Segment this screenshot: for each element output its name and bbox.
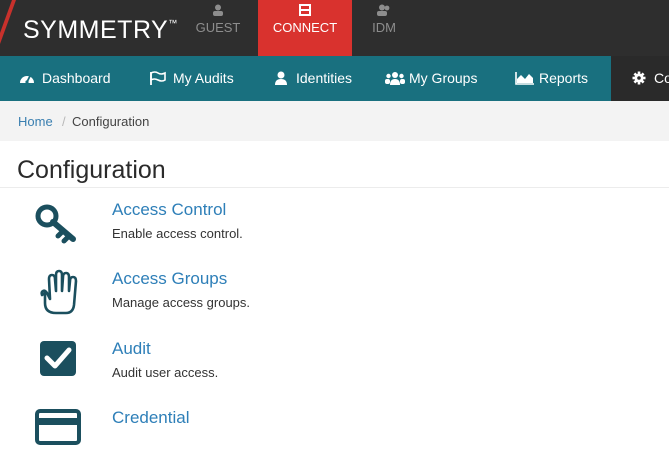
top-bar: SYMMETRY™ GUEST CONNECT IDM — [0, 0, 669, 62]
config-item-access-control[interactable]: Access Control Enable access control. — [0, 200, 669, 260]
config-item-description: Audit user access. — [112, 365, 219, 380]
hand-icon — [34, 269, 86, 319]
group-icon — [385, 56, 405, 101]
person-icon — [190, 4, 246, 18]
config-item-title[interactable]: Access Groups — [112, 269, 227, 289]
config-item-audit[interactable]: Audit Audit user access. — [0, 339, 669, 399]
app-tab-guest[interactable]: GUEST — [190, 0, 246, 56]
config-item-credential[interactable]: Credential — [0, 408, 669, 468]
app-tab-guest-label: GUEST — [195, 20, 241, 35]
breadcrumb: Home / Configuration — [0, 101, 669, 141]
nav-my-audits[interactable]: My Audits — [149, 56, 234, 101]
nav-dashboard-label: Dashboard — [42, 70, 111, 86]
config-item-title[interactable]: Audit — [112, 339, 151, 359]
config-item-description: Enable access control. — [112, 226, 243, 241]
nav-reports-label: Reports — [539, 70, 589, 86]
nav-reports[interactable]: Reports — [515, 56, 588, 101]
nav-identities-label: Identities — [296, 70, 353, 86]
config-item-description: Manage access groups. — [112, 295, 251, 310]
app-tab-idm[interactable]: IDM — [362, 0, 406, 56]
breadcrumb-separator: / — [62, 114, 66, 129]
config-item-title[interactable]: Credential — [112, 408, 190, 428]
config-item-title[interactable]: Access Control — [112, 200, 226, 220]
flag-icon — [149, 56, 167, 101]
config-item-access-groups[interactable]: Access Groups Manage access groups. — [0, 269, 669, 329]
nav-my-groups-label: My Groups — [409, 70, 478, 86]
dashboard-icon — [18, 56, 36, 101]
area-chart-icon — [515, 56, 534, 101]
nav-dashboard[interactable]: Dashboard — [18, 56, 111, 101]
breadcrumb-current: Configuration — [72, 114, 150, 129]
user-icon — [272, 56, 290, 101]
logo-slash — [0, 0, 16, 62]
nav-my-audits-label: My Audits — [173, 70, 234, 86]
nav-identities[interactable]: Identities — [272, 56, 352, 101]
key-icon — [34, 200, 86, 250]
nav-my-groups[interactable]: My Groups — [385, 56, 477, 101]
app-tab-idm-label: IDM — [372, 20, 396, 35]
gear-icon — [630, 56, 648, 101]
door-icon — [258, 4, 352, 18]
main-nav: Dashboard My Audits Identities My Groups… — [0, 56, 669, 101]
nav-configuration[interactable]: Co — [630, 56, 669, 101]
title-divider — [0, 187, 669, 188]
app-tab-connect-label: CONNECT — [272, 20, 338, 35]
checkbox-icon — [34, 339, 86, 389]
brand-logo[interactable]: SYMMETRY™ — [23, 16, 178, 45]
brand-logo-text: SYMMETRY — [23, 16, 169, 44]
nav-configuration-label: Co — [654, 70, 669, 86]
card-icon — [34, 408, 86, 458]
page-title: Configuration — [17, 156, 166, 184]
trademark: ™ — [168, 18, 178, 28]
breadcrumb-home[interactable]: Home — [18, 101, 53, 143]
app-tab-connect[interactable]: CONNECT — [258, 0, 352, 56]
users-icon — [362, 4, 406, 18]
